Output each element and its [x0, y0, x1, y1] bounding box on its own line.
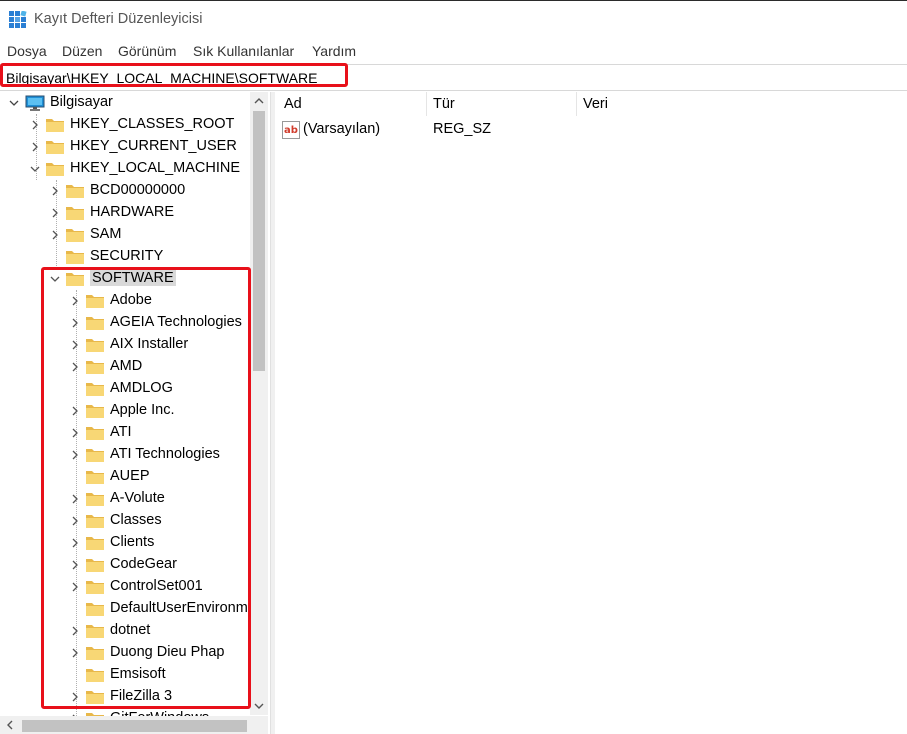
scroll-up-icon[interactable] — [254, 96, 264, 106]
svg-text:ab: ab — [284, 125, 298, 136]
tree-label: HARDWARE — [90, 204, 175, 220]
tree-item[interactable]: BCD00000000 — [0, 180, 250, 202]
regedit-icon — [9, 11, 27, 28]
chevron-down-icon[interactable] — [8, 92, 22, 114]
column-divider[interactable] — [576, 92, 577, 116]
tree-item[interactable]: HKEY_LOCAL_MACHINE — [0, 158, 250, 180]
address-highlight-box — [0, 63, 348, 87]
tree-label: HKEY_CURRENT_USER — [70, 138, 237, 154]
folder-icon — [65, 227, 85, 243]
tree-item[interactable]: SECURITY — [0, 246, 250, 268]
software-highlight-box — [41, 267, 251, 709]
menu-favorites[interactable]: Sık Kullanılanlar — [193, 43, 294, 59]
menu-view[interactable]: Görünüm — [118, 43, 176, 59]
tree-label: SECURITY — [90, 248, 164, 264]
folder-icon — [45, 117, 65, 133]
folder-icon — [65, 183, 85, 199]
tree-label: HKEY_CLASSES_ROOT — [70, 116, 235, 132]
pane-splitter[interactable] — [270, 92, 275, 734]
chevron-right-icon[interactable] — [49, 224, 63, 246]
folder-icon — [45, 161, 65, 177]
scroll-down-icon[interactable] — [254, 701, 264, 711]
chevron-right-icon[interactable] — [29, 136, 43, 158]
folder-icon — [65, 205, 85, 221]
value-name: (Varsayılan) — [303, 121, 381, 137]
folder-icon — [65, 249, 85, 265]
tree-label: BCD00000000 — [90, 182, 186, 198]
chevron-right-icon[interactable] — [49, 180, 63, 202]
tree-vertical-scroll-thumb[interactable] — [253, 111, 265, 371]
values-pane: Ad Tür Veri ab (Varsayılan) REG_SZ — [276, 92, 907, 734]
column-divider[interactable] — [426, 92, 427, 116]
menu-help[interactable]: Yardım — [312, 43, 356, 59]
tree-label: Bilgisayar — [50, 94, 113, 110]
menu-file[interactable]: Dosya — [7, 43, 47, 59]
scroll-left-icon[interactable] — [5, 720, 15, 730]
value-type: REG_SZ — [433, 121, 492, 137]
title-bar: Kayıt Defteri Düzenleyicisi — [0, 0, 907, 40]
folder-icon — [45, 139, 65, 155]
menu-edit[interactable]: Düzen — [62, 43, 102, 59]
tree-item[interactable]: SAM — [0, 224, 250, 246]
chevron-down-icon[interactable] — [29, 158, 43, 180]
column-header-type[interactable]: Tür — [433, 96, 455, 112]
tree-label: HKEY_LOCAL_MACHINE — [70, 160, 241, 176]
chevron-right-icon[interactable] — [49, 202, 63, 224]
tree-item[interactable]: HKEY_CURRENT_USER — [0, 136, 250, 158]
chevron-right-icon[interactable] — [29, 114, 43, 136]
computer-icon — [25, 95, 45, 111]
column-header-data[interactable]: Veri — [583, 96, 608, 112]
tree-item-bilgisayar[interactable]: Bilgisayar — [0, 92, 250, 114]
menu-bar: Dosya Düzen Görünüm Sık Kullanılanlar Ya… — [0, 40, 907, 62]
tree-item[interactable]: HARDWARE — [0, 202, 250, 224]
tree-horizontal-scroll-thumb[interactable] — [22, 720, 247, 732]
string-value-icon: ab — [282, 121, 300, 139]
tree-item[interactable]: HKEY_CLASSES_ROOT — [0, 114, 250, 136]
tree-label: SAM — [90, 226, 122, 242]
column-header-name[interactable]: Ad — [284, 96, 302, 112]
window-title: Kayıt Defteri Düzenleyicisi — [34, 11, 203, 27]
